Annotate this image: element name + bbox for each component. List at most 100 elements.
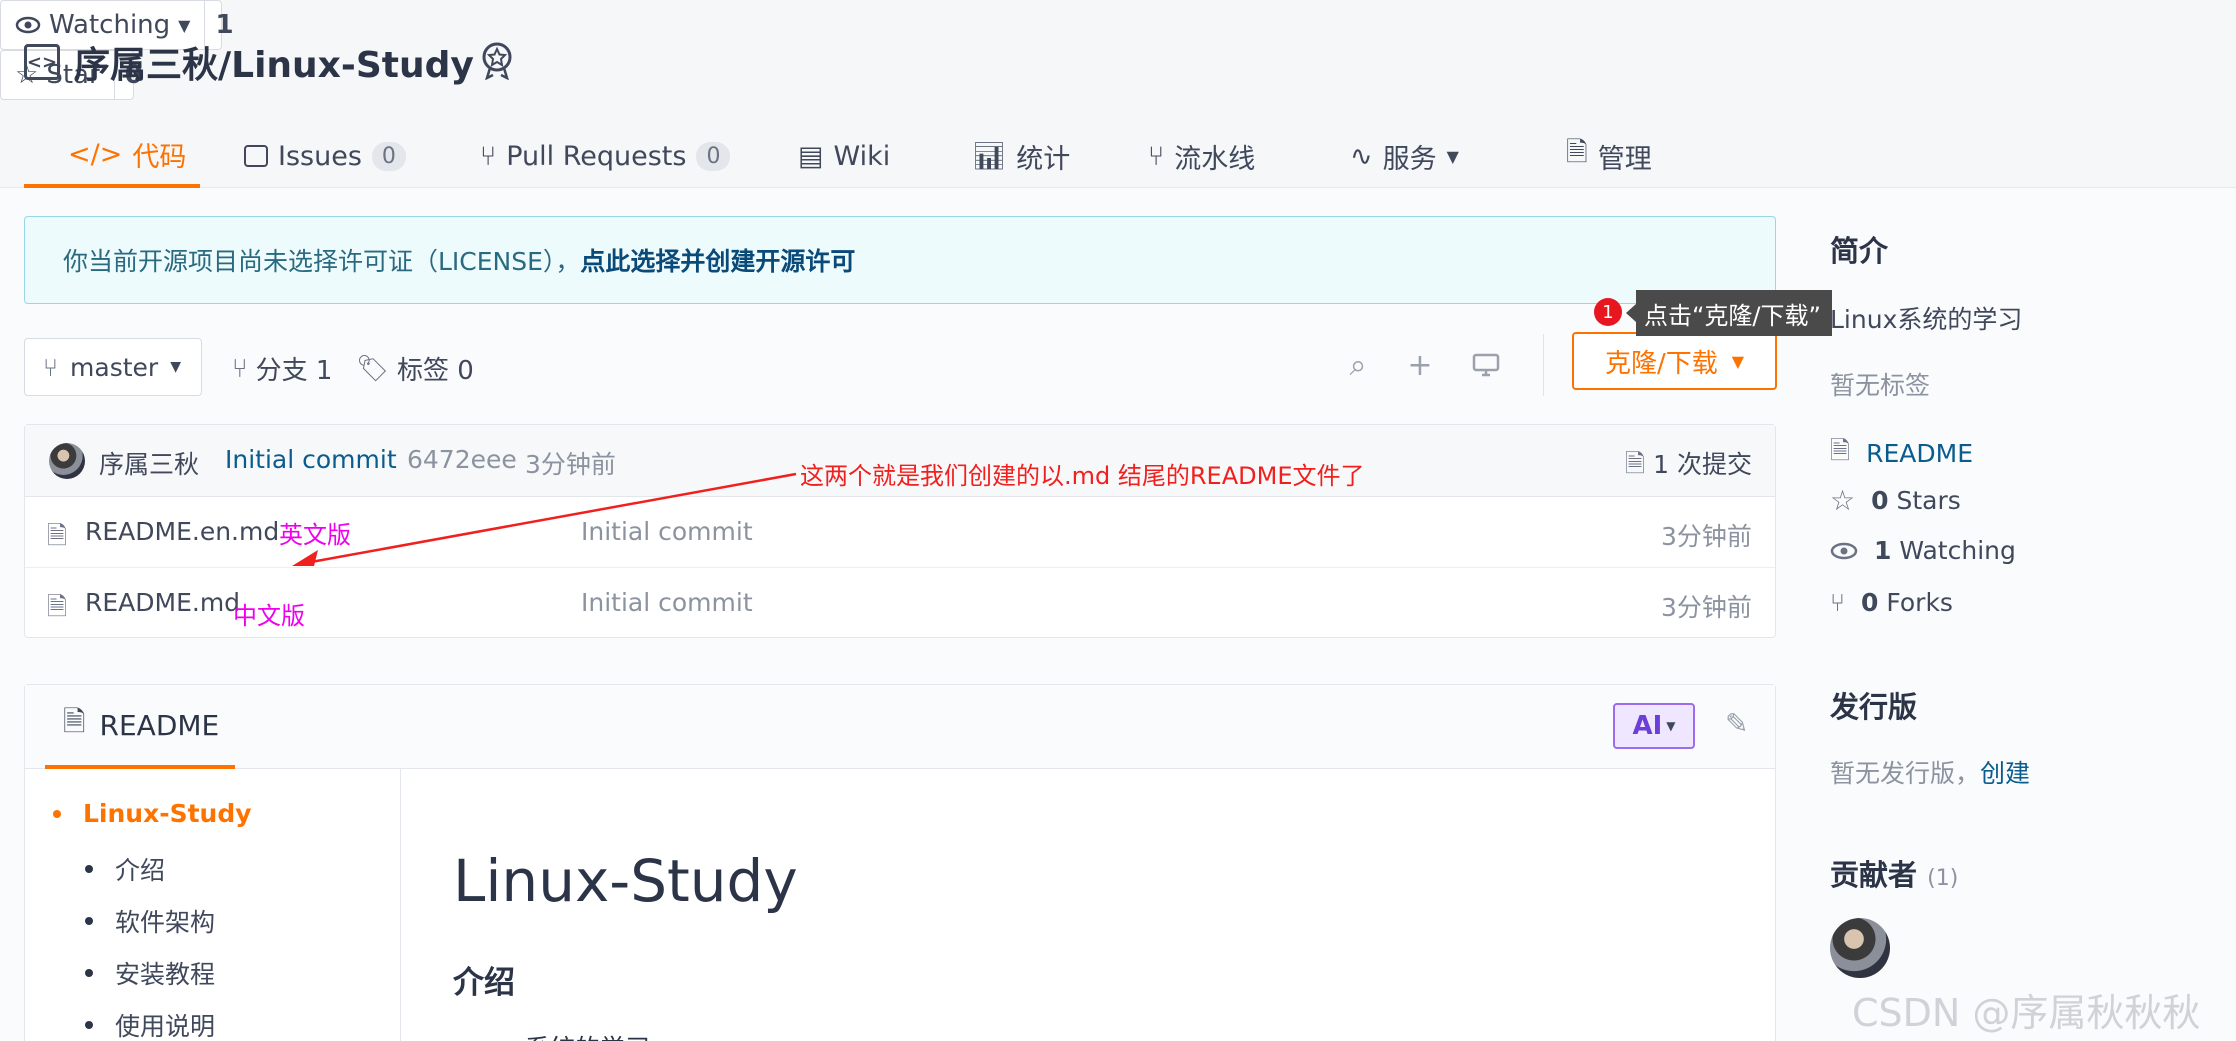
- caret-down-icon: ▼: [1446, 146, 1459, 166]
- tab-label: 代码: [132, 141, 187, 173]
- watching-count: 1: [1874, 536, 1892, 565]
- contributors-title: 贡献者: [1830, 858, 1918, 892]
- readme-toc: Linux-Study 介绍 软件架构 安装教程 使用说明: [25, 769, 401, 1041]
- branch-name: master: [70, 352, 159, 382]
- edit-icon[interactable]: ✎: [1725, 707, 1748, 740]
- file-name[interactable]: README.md: [85, 588, 240, 617]
- intro-text: Linux系统的学习: [1830, 305, 2023, 334]
- contributors-count: (1): [1927, 866, 1959, 891]
- tab-label: Pull Requests: [506, 140, 687, 172]
- tab-label: Wiki: [833, 140, 891, 172]
- tab-code[interactable]: </> 代码: [24, 124, 200, 188]
- book-icon: ▤: [798, 140, 824, 172]
- tab-pull-requests[interactable]: ⑂ Pull Requests 0: [480, 124, 731, 188]
- readme-heading: Linux-Study: [453, 847, 798, 915]
- toc-label: 软件架构: [115, 908, 216, 937]
- readme-header: 🗎︎ README AI ▼ ✎: [25, 685, 1775, 769]
- tag-icon: 🏷︎: [356, 353, 390, 384]
- stars-count: 0: [1871, 486, 1889, 515]
- issues-icon: [244, 145, 268, 167]
- file-time: 3分钟前: [1661, 593, 1752, 622]
- toc-bullet: [85, 917, 93, 925]
- toc-bullet: [85, 969, 93, 977]
- toc-item[interactable]: 软件架构: [85, 903, 215, 939]
- readme-body-text: 系统的学习: [525, 1029, 650, 1041]
- tags-link[interactable]: 🏷︎ 标签 0: [356, 350, 474, 387]
- fork-icon: ⑂: [1830, 588, 1846, 617]
- repository-icon: <>: [24, 44, 60, 80]
- commit-count-link[interactable]: 🗎︎ 1 次提交: [1625, 445, 1752, 488]
- create-license-link[interactable]: 点此选择并创建开源许可: [580, 242, 855, 278]
- star-icon: ☆: [1830, 484, 1856, 517]
- clone-download-button[interactable]: 克隆/下载 ▼: [1572, 332, 1777, 390]
- intro-title: 简介: [1830, 234, 1889, 268]
- file-icon: 🗎︎: [47, 592, 68, 621]
- file-row[interactable]: 🗎︎ README.md 中文版 Initial commit 3分钟前: [25, 568, 1775, 639]
- pipeline-icon: ⑂: [1148, 140, 1165, 172]
- stars-stat[interactable]: ☆ 0 Stars: [1830, 484, 1961, 517]
- document-icon: 🗎︎: [1830, 436, 1851, 465]
- caret-down-icon: ▼: [170, 359, 181, 375]
- tab-services[interactable]: ∿ 服务 ▼: [1350, 124, 1459, 188]
- readme-tab[interactable]: 🗎︎ README: [45, 685, 235, 769]
- file-time: 3分钟前: [1661, 522, 1752, 551]
- toc-item[interactable]: 介绍: [85, 851, 165, 887]
- web-ide-icon[interactable]: [1468, 347, 1504, 383]
- file-commit-message[interactable]: Initial commit: [581, 588, 753, 617]
- tags-count: 标签 0: [397, 356, 474, 386]
- tab-count-badge: 0: [371, 141, 406, 171]
- eye-icon: [15, 16, 41, 34]
- tab-issues[interactable]: Issues 0: [244, 124, 406, 188]
- ai-button[interactable]: AI ▼: [1613, 703, 1695, 749]
- tab-label: 流水线: [1174, 143, 1256, 175]
- tab-label: Issues: [278, 140, 362, 172]
- add-file-icon[interactable]: +: [1402, 347, 1438, 383]
- pull-request-icon: ⑂: [480, 140, 497, 172]
- readme-link[interactable]: 🗎︎ README: [1830, 432, 1973, 475]
- tab-label: 服务: [1382, 143, 1437, 175]
- branches-link[interactable]: ⑂ 分支 1: [232, 350, 332, 387]
- stars-label: Stars: [1896, 486, 1961, 515]
- repo-title[interactable]: 序属三秋/Linux-Study: [74, 36, 474, 88]
- toc-label: 使用说明: [115, 1012, 216, 1041]
- toc-item[interactable]: 安装教程: [85, 955, 215, 991]
- tab-label: 管理: [1597, 143, 1652, 175]
- tab-statistics[interactable]: 📊︎ 统计: [972, 124, 1070, 188]
- toc-bullet: [53, 809, 61, 818]
- forks-count: 0: [1861, 588, 1879, 617]
- branch-selector[interactable]: ⑂ master ▼: [24, 338, 202, 396]
- toolbar-divider: [1543, 334, 1544, 396]
- toc-item-title[interactable]: Linux-Study: [53, 799, 252, 828]
- readme-tab-label: README: [99, 708, 220, 742]
- license-banner: 你当前开源项目尚未选择许可证（LICENSE）， 点此选择并创建开源许可: [24, 216, 1776, 304]
- toc-bullet: [85, 1021, 93, 1029]
- watermark: CSDN @序属秋秋秋: [1852, 991, 2201, 1035]
- toc-label: 介绍: [115, 856, 166, 885]
- tab-wiki[interactable]: ▤ Wiki: [798, 124, 890, 188]
- forks-stat[interactable]: ⑂ 0 Forks: [1830, 588, 1953, 617]
- commit-author[interactable]: 序属三秋: [99, 445, 199, 481]
- file-name[interactable]: README.en.md: [85, 517, 279, 546]
- repo-header: <> 序属三秋/Linux-Study Watching ▼ 1 ☆ Star …: [0, 0, 2236, 188]
- search-icon[interactable]: ⌕: [1340, 347, 1376, 383]
- no-releases-text: 暂无发行版，: [1830, 759, 1981, 788]
- readme-link-label: README: [1866, 439, 1973, 468]
- readme-panel: 🗎︎ README AI ▼ ✎ Linux-Study 介绍 软件架构 安装教…: [24, 684, 1776, 1041]
- contributor-avatar[interactable]: [1830, 918, 1890, 978]
- tab-manage[interactable]: 🗎︎ 管理: [1566, 124, 1652, 188]
- author-avatar[interactable]: [49, 443, 85, 479]
- create-release-link[interactable]: 创建: [1980, 759, 2030, 788]
- caret-down-icon: ▼: [1731, 351, 1745, 371]
- document-icon: 🗎︎: [63, 705, 86, 738]
- annotation-chinese: 中文版: [233, 602, 305, 630]
- no-tags-text: 暂无标签: [1830, 371, 1931, 400]
- file-icon: 🗎︎: [47, 521, 68, 550]
- toc-item[interactable]: 使用说明: [85, 1007, 215, 1041]
- caret-down-icon: ▼: [178, 15, 191, 35]
- tab-pipeline[interactable]: ⑂ 流水线: [1148, 124, 1255, 188]
- tab-count-badge: 0: [696, 141, 731, 171]
- branch-icon: ⑂: [232, 353, 248, 384]
- watching-label: Watching: [1899, 536, 2016, 565]
- watching-stat[interactable]: 1 Watching: [1830, 536, 2016, 565]
- forks-label: Forks: [1886, 588, 1953, 617]
